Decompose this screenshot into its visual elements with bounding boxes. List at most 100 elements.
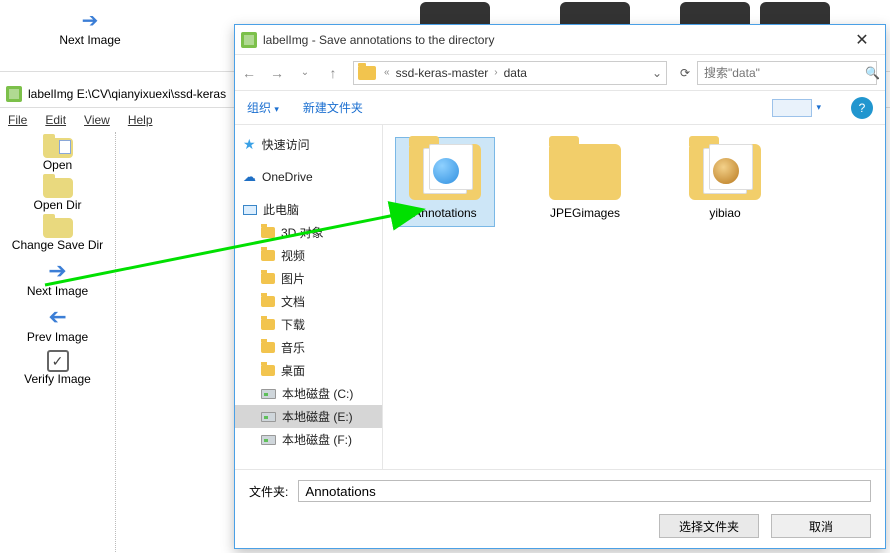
- tree-drive-e[interactable]: 本地磁盘 (E:): [235, 405, 382, 428]
- tree-downloads[interactable]: 下载: [235, 313, 382, 336]
- verify-image-label: Verify Image: [0, 372, 115, 386]
- chevron-down-icon[interactable]: ⌄: [648, 66, 666, 80]
- app-logo-icon: [6, 86, 22, 102]
- view-icon: [772, 99, 812, 117]
- tree-label: 此电脑: [263, 201, 299, 218]
- chevron-down-icon: ⌄: [301, 67, 309, 78]
- next-image-label: Next Image: [0, 284, 115, 298]
- breadcrumb-segment[interactable]: data: [502, 66, 529, 80]
- arrow-left-icon: ➔: [0, 304, 115, 330]
- menu-view[interactable]: View: [84, 113, 110, 128]
- select-folder-button[interactable]: 选择文件夹: [659, 514, 759, 538]
- folder-name-input[interactable]: [298, 480, 871, 502]
- folder-icon: [261, 319, 275, 330]
- prev-image-label: Prev Image: [0, 330, 115, 344]
- help-button[interactable]: ?: [851, 97, 873, 119]
- next-image-button[interactable]: ➔ Next Image: [0, 258, 115, 298]
- folder-icon: [358, 66, 376, 80]
- arrow-right-icon: ➔: [35, 8, 145, 33]
- tree-this-pc[interactable]: 此电脑: [235, 198, 382, 221]
- folder-icon: [261, 227, 275, 238]
- tree-3d-objects[interactable]: 3D 对象: [235, 221, 382, 244]
- prev-image-button[interactable]: ➔ Prev Image: [0, 304, 115, 344]
- tree-label: OneDrive: [262, 170, 313, 184]
- chevron-right-icon: «: [380, 67, 394, 78]
- tree-pictures[interactable]: 图片: [235, 267, 382, 290]
- tree-label: 视频: [281, 247, 305, 264]
- menu-help[interactable]: Help: [128, 113, 153, 128]
- tree-drive-f[interactable]: 本地磁盘 (F:): [235, 428, 382, 451]
- tree-drive-c[interactable]: 本地磁盘 (C:): [235, 382, 382, 405]
- tree-label: 快速访问: [262, 136, 310, 153]
- arrow-left-icon: ←: [242, 65, 256, 81]
- tree-label: 音乐: [281, 339, 305, 356]
- app-title: labelImg E:\CV\qianyixuexi\ssd-keras: [28, 87, 226, 101]
- open-dir-button[interactable]: Open Dir: [0, 178, 115, 212]
- address-bar[interactable]: « ssd-keras-master › data ⌄: [353, 61, 667, 85]
- nav-up-button[interactable]: ↑: [319, 59, 347, 87]
- chevron-down-icon: ▾: [816, 102, 821, 113]
- cloud-icon: ☁: [243, 169, 256, 185]
- folder-icon: [261, 342, 275, 353]
- arrow-up-icon: ↑: [330, 65, 337, 81]
- button-label: 选择文件夹: [679, 518, 739, 535]
- tree-onedrive[interactable]: ☁ OneDrive: [235, 166, 382, 188]
- chevron-right-icon: ›: [490, 67, 501, 78]
- folder-field-label: 文件夹:: [249, 483, 288, 500]
- drive-icon: [261, 412, 276, 422]
- arrow-right-icon: ➔: [0, 258, 115, 284]
- refresh-button[interactable]: ⟳: [673, 66, 697, 80]
- folder-icon: [261, 296, 275, 307]
- file-list-pane[interactable]: Annotations JPEGimages yibiao: [383, 125, 885, 469]
- search-icon: 🔍: [865, 66, 880, 80]
- change-save-dir-label: Change Save Dir: [0, 238, 115, 252]
- folder-item-yibiao[interactable]: yibiao: [675, 137, 775, 227]
- view-mode-button[interactable]: ▾: [772, 99, 821, 117]
- organize-menu[interactable]: 组织 ▾: [247, 99, 279, 116]
- tree-label: 本地磁盘 (F:): [282, 431, 352, 448]
- folder-icon: [409, 144, 481, 200]
- tree-videos[interactable]: 视频: [235, 244, 382, 267]
- folder-item-annotations[interactable]: Annotations: [395, 137, 495, 227]
- folder-item-jpegimages[interactable]: JPEGimages: [535, 137, 635, 227]
- button-label: 取消: [809, 518, 833, 535]
- folder-icon: [261, 250, 275, 261]
- change-save-dir-button[interactable]: Change Save Dir: [0, 218, 115, 252]
- help-icon: ?: [859, 101, 866, 115]
- tree-label: 本地磁盘 (E:): [282, 408, 353, 425]
- tree-desktop[interactable]: 桌面: [235, 359, 382, 382]
- save-directory-dialog: labelImg - Save annotations to the direc…: [234, 24, 886, 549]
- open-button[interactable]: Open: [0, 138, 115, 172]
- pc-icon: [243, 205, 257, 215]
- close-icon: ✕: [855, 30, 868, 50]
- tree-label: 3D 对象: [281, 224, 324, 241]
- menu-file[interactable]: File: [8, 113, 27, 128]
- tree-label: 本地磁盘 (C:): [282, 385, 353, 402]
- new-folder-button[interactable]: 新建文件夹: [303, 99, 363, 116]
- nav-recent-button[interactable]: ⌄: [291, 59, 319, 87]
- search-input[interactable]: [698, 66, 865, 80]
- nav-forward-button[interactable]: →: [263, 59, 291, 87]
- tree-label: 文档: [281, 293, 305, 310]
- app-menubar: File Edit View Help: [0, 108, 230, 132]
- tree-label: 下载: [281, 316, 305, 333]
- drive-icon: [261, 389, 276, 399]
- folder-name: JPEGimages: [542, 206, 628, 220]
- folder-icon: [549, 144, 621, 200]
- open-label: Open: [0, 158, 115, 172]
- menu-edit[interactable]: Edit: [45, 113, 66, 128]
- tree-quick-access[interactable]: ★快速访问: [235, 133, 382, 156]
- tree-music[interactable]: 音乐: [235, 336, 382, 359]
- nav-back-button[interactable]: ←: [235, 59, 263, 87]
- breadcrumb-segment[interactable]: ssd-keras-master: [394, 66, 491, 80]
- chevron-down-icon: ▾: [274, 104, 279, 114]
- folder-icon: [261, 273, 275, 284]
- cancel-button[interactable]: 取消: [771, 514, 871, 538]
- folder-name: Annotations: [402, 206, 488, 220]
- tree-documents[interactable]: 文档: [235, 290, 382, 313]
- search-box[interactable]: 🔍: [697, 61, 877, 85]
- refresh-icon: ⟳: [680, 66, 690, 80]
- verify-image-button[interactable]: Verify Image: [0, 350, 115, 386]
- close-button[interactable]: ✕: [839, 25, 885, 55]
- next-image-top-button[interactable]: ➔ Next Image: [35, 8, 145, 47]
